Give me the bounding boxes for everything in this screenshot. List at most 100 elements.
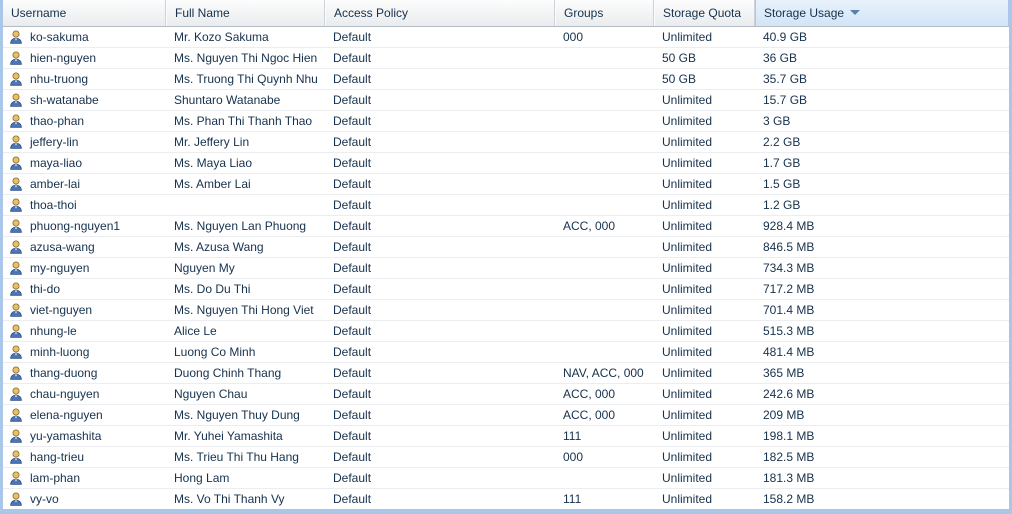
cell-policy: Default (333, 72, 372, 86)
cell-fullname: Luong Co Minh (174, 345, 256, 359)
cell-usage: 40.9 GB (763, 30, 808, 44)
table-row[interactable]: chau-nguyen Nguyen Chau Default ACC, 000 Unl… (3, 384, 1009, 405)
cell-quota: Unlimited (662, 261, 713, 275)
cell-fullname: Alice Le (174, 324, 217, 338)
table-row[interactable]: phuong-nguyen1 Ms. Nguyen Lan Phuong Defau… (3, 216, 1009, 237)
column-header-label: Username (11, 6, 67, 20)
table-row[interactable]: maya-liao Ms. Maya Liao Default Unlimited 1.… (3, 153, 1009, 174)
cell-quota: Unlimited (662, 303, 713, 317)
cell-policy: Default (333, 51, 372, 65)
table-row[interactable]: amber-lai Ms. Amber Lai Default Unlimited 1.… (3, 174, 1009, 195)
table-row[interactable]: yu-yamashita Mr. Yuhei Yamashita Default 11… (3, 426, 1009, 447)
cell-policy: Default (333, 30, 372, 44)
cell-groups: 111 (563, 492, 582, 506)
table-row[interactable]: azusa-wang Ms. Azusa Wang Default Unlimited… (3, 237, 1009, 258)
user-icon (10, 261, 22, 275)
cell-groups (555, 90, 654, 110)
table-row[interactable]: viet-nguyen Ms. Nguyen Thi Hong Viet Defau… (3, 300, 1009, 321)
cell-usage: 182.5 MB (763, 450, 815, 464)
cell-policy: Default (333, 324, 372, 338)
cell-fullname: Mr. Jeffery Lin (174, 135, 250, 149)
username-label: amber-lai (30, 177, 81, 191)
cell-policy: Default (333, 387, 372, 401)
column-header-fullname[interactable]: Full Name (166, 0, 325, 26)
table-row[interactable]: hang-trieu Ms. Trieu Thi Thu Hang Default 0… (3, 447, 1009, 468)
cell-groups (555, 195, 654, 215)
table-row[interactable]: hien-nguyen Ms. Nguyen Thi Ngoc Hien Defau… (3, 48, 1009, 69)
table-row[interactable]: my-nguyen Nguyen My Default Unlimited 734.3 … (3, 258, 1009, 279)
cell-usage: 717.2 MB (763, 282, 815, 296)
column-header-groups[interactable]: Groups (555, 0, 654, 26)
cell-policy: Default (333, 345, 372, 359)
cell-username: ko-sakuma (3, 27, 166, 47)
cell-username: maya-liao (3, 153, 166, 173)
cell-fullname: Nguyen Chau (174, 387, 248, 401)
cell-usage: 1.5 GB (763, 177, 801, 191)
username-label: phuong-nguyen1 (30, 219, 121, 233)
column-header-username[interactable]: Username (3, 0, 166, 26)
username-label: thoa-thoi (30, 198, 77, 212)
cell-groups: ACC, 000 (563, 408, 616, 422)
table-row[interactable]: sh-watanabe Shuntaro Watanabe Default Unlim… (3, 90, 1009, 111)
username-label: sh-watanabe (30, 93, 99, 107)
cell-fullname: Ms. Nguyen Lan Phuong (174, 219, 307, 233)
user-icon (10, 177, 22, 191)
cell-fullname: Ms. Amber Lai (174, 177, 251, 191)
user-icon (10, 93, 22, 107)
table-row[interactable]: thang-duong Duong Chinh Thang Default NAV, … (3, 363, 1009, 384)
table-row[interactable]: nhung-le Alice Le Default Unlimited 515.3 MB (3, 321, 1009, 342)
cell-groups: 000 (563, 30, 584, 44)
table-row[interactable]: thoa-thoi Default Unlimited 1.2 GB (3, 195, 1009, 216)
column-header-quota[interactable]: Storage Quota (654, 0, 755, 26)
user-icon (10, 492, 22, 506)
table-row[interactable]: minh-luong Luong Co Minh Default Unlimited 4… (3, 342, 1009, 363)
cell-policy: Default (333, 450, 372, 464)
table-row[interactable]: nhu-truong Ms. Truong Thi Quynh Nhu Defaul… (3, 69, 1009, 90)
cell-quota: Unlimited (662, 429, 713, 443)
cell-quota: Unlimited (662, 324, 713, 338)
cell-policy: Default (333, 471, 372, 485)
cell-fullname: Shuntaro Watanabe (174, 93, 281, 107)
column-header-policy[interactable]: Access Policy (325, 0, 555, 26)
cell-usage: 242.6 MB (763, 387, 815, 401)
cell-usage: 3 GB (763, 114, 791, 128)
cell-groups: NAV, ACC, 000 (563, 366, 644, 380)
user-icon (10, 240, 22, 254)
cell-fullname: Ms. Trieu Thi Thu Hang (174, 450, 299, 464)
cell-usage: 15.7 GB (763, 93, 808, 107)
column-header-usage[interactable]: Storage Usage (755, 0, 1009, 26)
table-row[interactable]: thao-phan Ms. Phan Thi Thanh Thao Default U… (3, 111, 1009, 132)
cell-usage: 209 MB (763, 408, 805, 422)
user-icon (10, 387, 22, 401)
cell-quota: Unlimited (662, 198, 713, 212)
cell-policy: Default (333, 408, 372, 422)
table-row[interactable]: thi-do Ms. Do Du Thi Default Unlimited 717.2… (3, 279, 1009, 300)
cell-quota: Unlimited (662, 282, 713, 296)
cell-quota: Unlimited (662, 366, 713, 380)
cell-fullname: Ms. Nguyen Thi Hong Viet (174, 303, 314, 317)
username-label: viet-nguyen (30, 303, 93, 317)
cell-fullname: Duong Chinh Thang (174, 366, 282, 380)
user-icon (10, 408, 22, 422)
cell-username: amber-lai (3, 174, 166, 194)
table-row[interactable]: elena-nguyen Ms. Nguyen Thuy Dung Default A… (3, 405, 1009, 426)
cell-usage: 181.3 MB (763, 471, 815, 485)
cell-quota: Unlimited (662, 177, 713, 191)
table-row[interactable]: vy-vo Ms. Vo Thi Thanh Vy Default 111 Unlimi… (3, 489, 1009, 509)
grid-body[interactable]: ko-sakuma Mr. Kozo Sakuma Default 000 Unlimi… (3, 27, 1009, 509)
cell-quota: 50 GB (662, 51, 697, 65)
table-row[interactable]: jeffery-lin Mr. Jeffery Lin Default Unlimit… (3, 132, 1009, 153)
user-icon (10, 72, 22, 86)
cell-fullname: Ms. Nguyen Thi Ngoc Hien (174, 51, 318, 65)
cell-username: elena-nguyen (3, 405, 166, 425)
chevron-down-icon[interactable] (850, 10, 861, 16)
user-icon (10, 303, 22, 317)
table-row[interactable]: lam-phan Hong Lam Default Unlimited 181.3 MB (3, 468, 1009, 489)
user-icon (10, 429, 22, 443)
cell-groups (555, 48, 654, 68)
cell-usage: 158.2 MB (763, 492, 815, 506)
table-row[interactable]: ko-sakuma Mr. Kozo Sakuma Default 000 Unlimi… (3, 27, 1009, 48)
cell-quota: Unlimited (662, 408, 713, 422)
cell-policy: Default (333, 93, 372, 107)
grid-header-row: Username Full Name Access Policy Groups Stor… (3, 0, 1009, 27)
